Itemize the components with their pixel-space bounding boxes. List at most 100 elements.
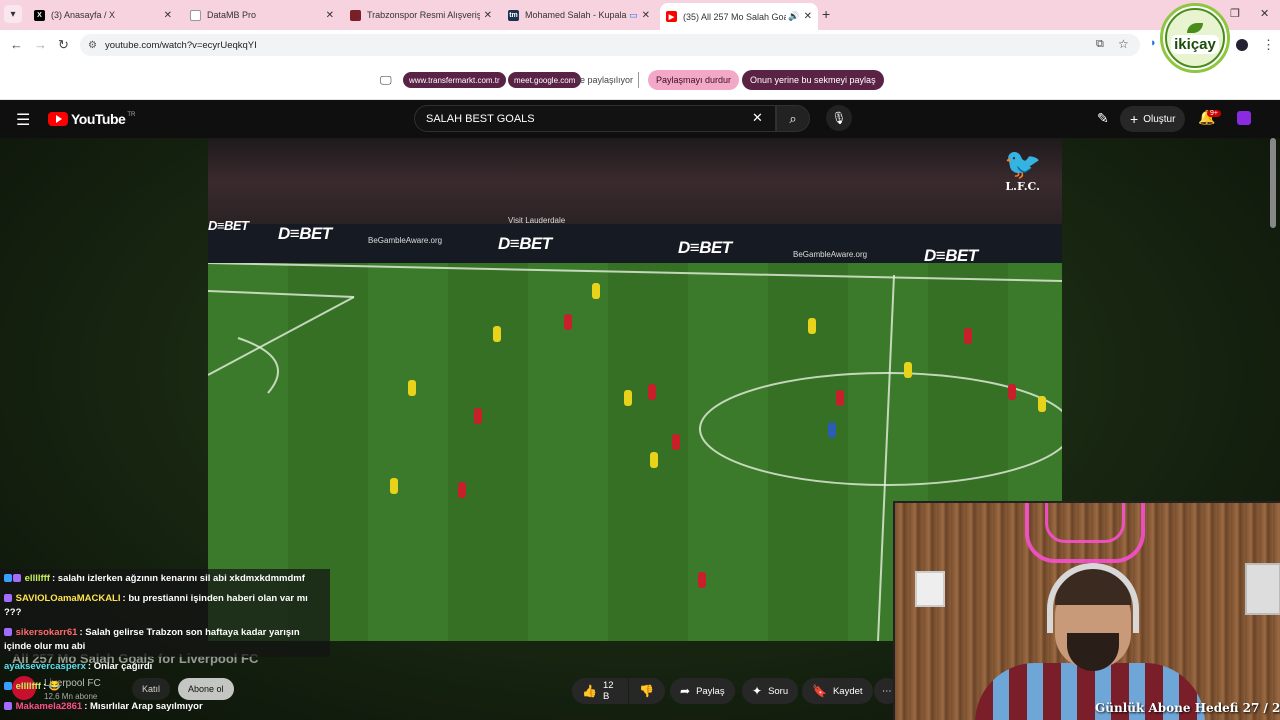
chat-badge-icon [4,702,12,711]
tab-youtube[interactable]: ▶ (35) All 257 Mo Salah Goals 🔊 ✕ [660,3,818,30]
close-icon[interactable]: ✕ [326,10,334,21]
browser-tab-bar: ▾ X (3) Anasayfa / X ✕ DataMB Pro ✕ Trab… [0,0,1280,30]
player-red [458,482,466,498]
player-red [564,314,572,330]
dislike-button[interactable]: 👎 [629,678,665,704]
player-yellow [624,390,632,406]
close-icon[interactable]: ✕ [804,11,812,22]
share-this-tab-button[interactable]: Onun yerine bu sekmeyi paylaş [742,70,884,90]
shared-site-chip: meet.google.com [508,72,582,88]
neon-sign [1045,503,1125,543]
webcam-overlay [893,501,1280,720]
install-icon[interactable]: ⧉ [1096,38,1104,51]
datamb-icon [190,9,201,21]
new-tab-button[interactable]: + [822,6,830,22]
chat-badge-icon [4,594,12,603]
ask-button[interactable]: ✦ Soru [742,678,799,704]
ad-board-small: BeGambleAware.org [793,250,868,259]
sponsor-name: ikiçay [1171,34,1219,54]
tab-search-button[interactable]: ▾ [4,5,22,23]
player-yellow [390,478,398,494]
close-icon[interactable]: ✕ [484,10,492,21]
reload-icon[interactable]: ↻ [58,37,69,53]
chat-message: Makamela2861: Mısırlılar Arap sayılmıyor [0,697,330,717]
share-arrow-icon: ➦ [680,684,691,698]
chat-text: : salahı izlerken ağzının kenarını sil a… [51,573,305,584]
share-label: Paylaş [696,685,725,697]
tab-trabzonspor[interactable]: Trabzonspor Resmi Alışveriş Sitesi ✕ [344,3,498,27]
notification-badge: 9+ [1207,110,1221,117]
sparkle-icon: ✦ [752,684,763,698]
like-button[interactable]: 👍 12 B [572,678,628,704]
chat-text: : Mısırlılar Arap sayılmıyor [84,701,203,712]
clear-search-icon[interactable]: ✕ [752,110,763,126]
page-scrollbar[interactable] [1270,138,1276,228]
save-button[interactable]: 🔖 Kaydet [802,678,873,704]
tab-x[interactable]: X (3) Anasayfa / X ✕ [28,3,178,27]
thumbs-up-icon: 👍 [582,684,597,698]
player-yellow [650,452,658,468]
account-avatar[interactable] [1237,111,1251,125]
create-button[interactable]: + Oluştur [1120,106,1186,132]
referee [828,422,836,438]
ad-board-small: Visit Lauderdale [508,216,566,225]
youtube-header: ☰ YouTube TR SALAH BEST GOALS ✕ ⌕ 🎙 ✎ + … [0,100,1280,138]
chat-message: SAVIOLOamaMACKALI: bu prestianni işinden… [0,589,330,623]
chat-message: ellllfff: salahı izlerken ağzının kenarı… [0,569,330,589]
audio-playing-icon[interactable]: 🔊 [788,11,799,22]
tab-label: Mohamed Salah - Kupalar - Sc [525,10,628,20]
player-yellow [493,326,501,342]
tab-transfermarkt[interactable]: tm Mohamed Salah - Kupalar - Sc ▭ ✕ [502,3,656,27]
save-label: Kaydet [832,685,863,697]
youtube-logo[interactable]: YouTube TR [48,111,135,127]
stop-sharing-button[interactable]: Paylaşmayı durdur [648,70,740,90]
trabzonspor-icon [350,9,361,21]
screen-share-icon: ▭ [629,9,638,20]
youtube-play-icon [48,112,68,126]
headphones-icon [1047,563,1139,633]
search-button[interactable]: ⌕ [776,105,810,132]
ask-label: Soru [768,685,789,697]
player-yellow [904,362,912,378]
address-bar: ← → ↻ ⚙ youtube.com/watch?v=ecyrUeqkqYI … [0,30,1280,60]
x-icon: X [34,9,45,21]
profile-avatar[interactable] [1236,39,1248,51]
create-ai-icon[interactable]: ✎ [1097,110,1109,127]
player-red [698,572,706,588]
search-input[interactable]: SALAH BEST GOALS [414,105,776,132]
cast-icon[interactable]: ◗ [1150,37,1157,49]
ad-board-small: BeGambleAware.org [368,236,443,245]
tab-datamb[interactable]: DataMB Pro ✕ [184,3,340,27]
url-input[interactable]: ⚙ youtube.com/watch?v=ecyrUeqkqYI [80,34,1140,56]
share-button[interactable]: ➦ Paylaş [670,678,735,704]
like-count: 12 B [602,680,614,702]
transfermarkt-icon: tm [508,9,519,21]
browser-menu-icon[interactable]: ⋮ [1262,37,1275,53]
tab-label: Trabzonspor Resmi Alışveriş Sitesi [367,10,480,20]
site-info-icon[interactable]: ⚙ [88,40,97,51]
back-icon[interactable]: ← [10,37,23,52]
player-yellow [408,380,416,396]
close-icon[interactable]: ✕ [164,10,172,21]
player-red [964,328,972,344]
chat-message: ellllfff: 😂 [0,677,330,697]
bookmark-star-icon[interactable]: ☆ [1118,37,1129,51]
restore-icon[interactable]: ❐ [1230,7,1240,20]
hamburger-menu-icon[interactable]: ☰ [16,110,30,130]
chat-username: Makamela2861 [15,701,83,712]
thumbs-down-icon: 👎 [639,684,654,698]
chat-username: SAVIOLOamaMACKALI [15,593,121,604]
sponsor-badge: ikiçay [1165,8,1225,68]
player-yellow [808,318,816,334]
close-window-icon[interactable]: ✕ [1260,7,1269,20]
ad-board: D≡BET [498,234,552,253]
player-yellow [1038,396,1046,412]
forward-icon[interactable]: → [34,37,47,52]
search-value: SALAH BEST GOALS [426,112,535,125]
lfc-crest: 🐦 L.F.C. [1004,150,1041,194]
url-text: youtube.com/watch?v=ecyrUeqkqYI [104,39,257,51]
microphone-icon[interactable]: 🎙 [826,105,852,131]
chat-badge-icon [4,682,12,691]
wall-frame [915,571,945,607]
close-icon[interactable]: ✕ [642,10,650,21]
